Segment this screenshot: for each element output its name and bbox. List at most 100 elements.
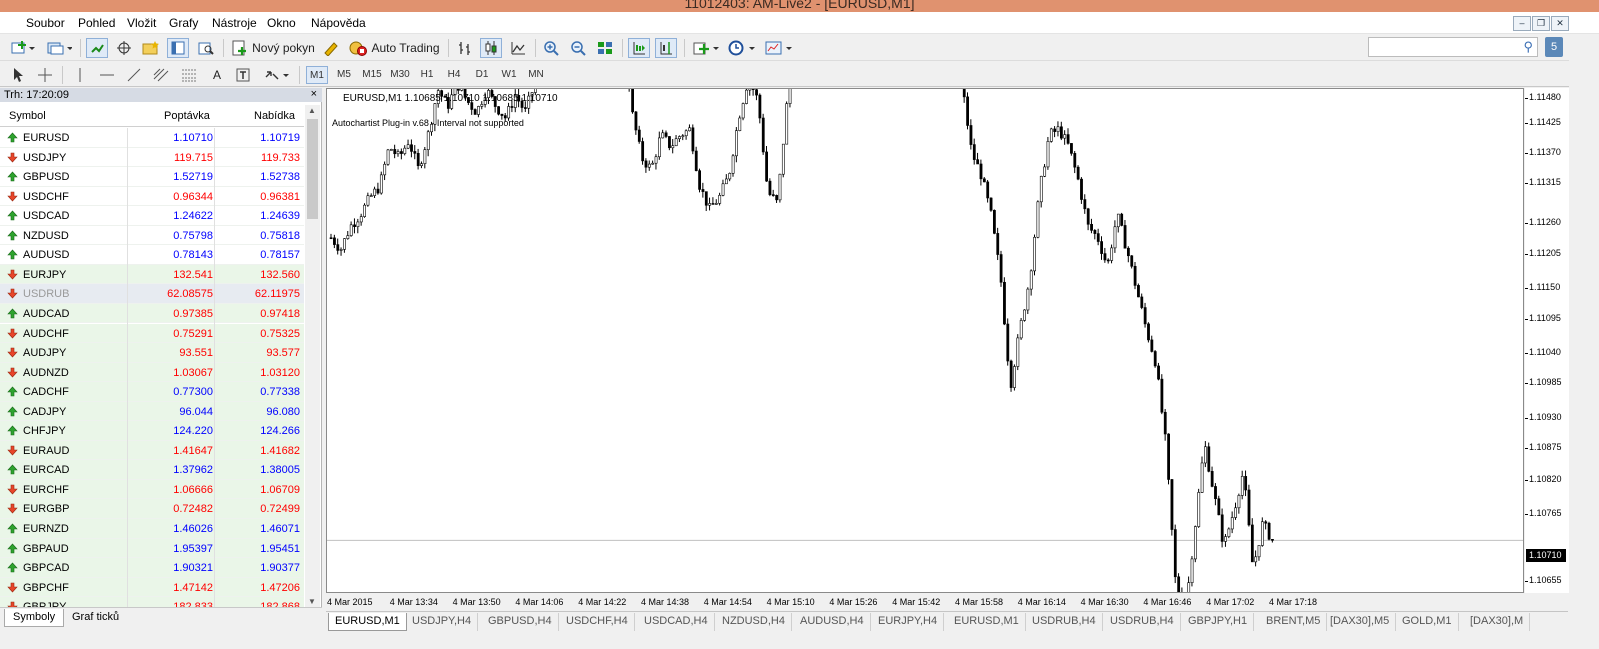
indicators-button[interactable] <box>690 38 722 58</box>
market-watch-button[interactable] <box>86 38 108 58</box>
symbol-row[interactable]: EURCAD 1.37962 1.38005 <box>0 460 304 481</box>
chart-shift-button[interactable] <box>655 38 677 58</box>
symbol-row[interactable]: AUDCHF 0.75291 0.75325 <box>0 323 304 344</box>
symbol-row[interactable]: CHFJPY 124.220 124.266 <box>0 421 304 442</box>
new-order-button[interactable]: Nový pokyn <box>230 38 316 58</box>
chart-tab[interactable]: EURUSD,M1 <box>328 613 407 631</box>
menu-help[interactable]: Nápověda <box>311 16 366 30</box>
symbol-row[interactable]: EURJPY 132.541 132.560 <box>0 264 304 285</box>
symbol-row[interactable]: AUDNZD 1.03067 1.03120 <box>0 362 304 383</box>
symbol-row[interactable]: GBPAUD 1.95397 1.95451 <box>0 538 304 559</box>
symbol-row[interactable]: EURAUD 1.41647 1.41682 <box>0 440 304 461</box>
symbol-row[interactable]: USDJPY 119.715 119.733 <box>0 147 304 168</box>
scroll-down-icon[interactable]: ▼ <box>308 597 316 606</box>
symbol-row[interactable]: CADCHF 0.77300 0.77338 <box>0 382 304 403</box>
chart-tab[interactable]: USDCHF,H4 <box>560 613 635 631</box>
tab-symbols[interactable]: Symboly <box>4 609 65 627</box>
cursor-button[interactable] <box>8 65 28 85</box>
data-window-button[interactable] <box>113 38 135 58</box>
profiles-button[interactable] <box>44 38 74 58</box>
equidistant-channel-button[interactable] <box>151 65 171 85</box>
auto-scroll-button[interactable] <box>628 38 650 58</box>
fibonacci-button[interactable] <box>179 65 199 85</box>
chart-tab[interactable]: GOLD,M1 <box>1396 613 1459 631</box>
symbol-row[interactable]: USDCAD 1.24622 1.24639 <box>0 206 304 227</box>
timeframe-m1[interactable]: M1 <box>306 66 328 84</box>
symbol-row[interactable]: EURCHF 1.06666 1.06709 <box>0 479 304 500</box>
chart-tab[interactable]: GBPJPY,H1 <box>1182 613 1255 631</box>
symbol-row[interactable]: EURNZD 1.46026 1.46071 <box>0 519 304 539</box>
symbol-row[interactable]: GBPCAD 1.90321 1.90377 <box>0 558 304 579</box>
templates-button[interactable] <box>763 38 795 58</box>
strategy-tester-button[interactable] <box>195 38 217 58</box>
symbol-row[interactable]: EURGBP 0.72482 0.72499 <box>0 499 304 520</box>
arrows-button[interactable] <box>262 65 292 85</box>
chart-area[interactable] <box>326 88 1524 593</box>
tile-windows-button[interactable] <box>594 38 616 58</box>
chart-tab[interactable]: EURJPY,H4 <box>872 613 945 631</box>
text-label-button[interactable] <box>233 65 253 85</box>
periods-button[interactable] <box>726 38 758 58</box>
search-icon[interactable]: ⚲ <box>1523 39 1533 55</box>
timeframe-m30[interactable]: M30 <box>388 66 412 84</box>
vertical-line-button[interactable] <box>70 65 90 85</box>
timeframe-mn[interactable]: MN <box>525 66 547 84</box>
symbol-row[interactable]: CADJPY 96.044 96.080 <box>0 401 304 422</box>
symbol-row[interactable]: AUDJPY 93.551 93.577 <box>0 343 304 364</box>
trendline-button[interactable] <box>124 65 144 85</box>
chart-tab[interactable]: USDJPY,H4 <box>406 613 479 631</box>
chart-tab[interactable]: BRENT,M5 <box>1260 613 1328 631</box>
zoom-out-button[interactable] <box>567 38 589 58</box>
bar-chart-button[interactable] <box>454 38 476 58</box>
terminal-button[interactable] <box>167 38 189 58</box>
close-button[interactable]: ✕ <box>1551 16 1569 31</box>
chart-tab[interactable]: USDRUB,H4 <box>1026 613 1103 631</box>
timeframe-w1[interactable]: W1 <box>498 66 520 84</box>
chart-tab[interactable]: GBPUSD,H4 <box>482 613 559 631</box>
close-icon[interactable]: × <box>311 88 317 100</box>
minimize-button[interactable]: – <box>1513 16 1531 31</box>
timeframe-h4[interactable]: H4 <box>443 66 465 84</box>
text-button[interactable]: A <box>207 65 227 85</box>
timeframe-m5[interactable]: M5 <box>333 66 355 84</box>
restore-button[interactable]: ❐ <box>1532 16 1550 31</box>
symbol-row[interactable]: EURUSD 1.10710 1.10719 <box>0 128 304 148</box>
navigator-button[interactable] <box>140 38 162 58</box>
timeframe-h1[interactable]: H1 <box>416 66 438 84</box>
candlestick-button[interactable] <box>480 38 502 58</box>
symbol-row[interactable]: USDRUB 62.08575 62.11975 <box>0 284 304 305</box>
column-symbol[interactable]: Symbol <box>9 110 46 122</box>
menu-insert[interactable]: Vložit <box>127 16 156 30</box>
menu-charts[interactable]: Grafy <box>169 16 198 30</box>
menu-view[interactable]: Pohled <box>78 16 115 30</box>
tab-tick-chart[interactable]: Graf ticků <box>64 609 127 627</box>
chart-tab[interactable]: USDCAD,H4 <box>638 613 715 631</box>
symbol-row[interactable]: GBPUSD 1.52719 1.52738 <box>0 167 304 188</box>
symbol-row[interactable]: AUDCAD 0.97385 0.97418 <box>0 303 304 324</box>
column-ask[interactable]: Nabídka <box>254 110 295 122</box>
metaeditor-button[interactable] <box>320 38 342 58</box>
chart-tab[interactable]: USDRUB,H4 <box>1104 613 1181 631</box>
symbol-row[interactable]: GBPCHF 1.47142 1.47206 <box>0 577 304 598</box>
line-chart-button[interactable] <box>507 38 529 58</box>
crosshair-button[interactable] <box>35 65 55 85</box>
zoom-in-button[interactable] <box>540 38 562 58</box>
scroll-up-icon[interactable]: ▲ <box>308 106 316 115</box>
symbol-row[interactable]: NZDUSD 0.75798 0.75818 <box>0 225 304 246</box>
market-watch-scrollbar[interactable]: ▲ ▼ <box>305 105 320 607</box>
column-bid[interactable]: Poptávka <box>164 110 210 122</box>
timeframe-m15[interactable]: M15 <box>360 66 384 84</box>
chart-tab[interactable]: [DAX30],M <box>1464 613 1531 631</box>
menu-file[interactable]: Soubor <box>26 16 65 30</box>
auto-trading-button[interactable]: Auto Trading <box>346 38 442 58</box>
menu-tools[interactable]: Nástroje <box>212 16 257 30</box>
timeframe-d1[interactable]: D1 <box>471 66 493 84</box>
symbol-row[interactable]: AUDUSD 0.78143 0.78157 <box>0 245 304 266</box>
scroll-thumb[interactable] <box>307 119 318 219</box>
help-icon[interactable]: 5 <box>1545 37 1563 57</box>
chart-tab[interactable]: EURUSD,M1 <box>948 613 1026 631</box>
chart-tab[interactable]: AUDUSD,H4 <box>794 613 871 631</box>
horizontal-line-button[interactable] <box>97 65 117 85</box>
search-input[interactable]: ⚲ <box>1368 37 1538 57</box>
chart-tab[interactable]: [DAX30],M5 <box>1324 613 1397 631</box>
